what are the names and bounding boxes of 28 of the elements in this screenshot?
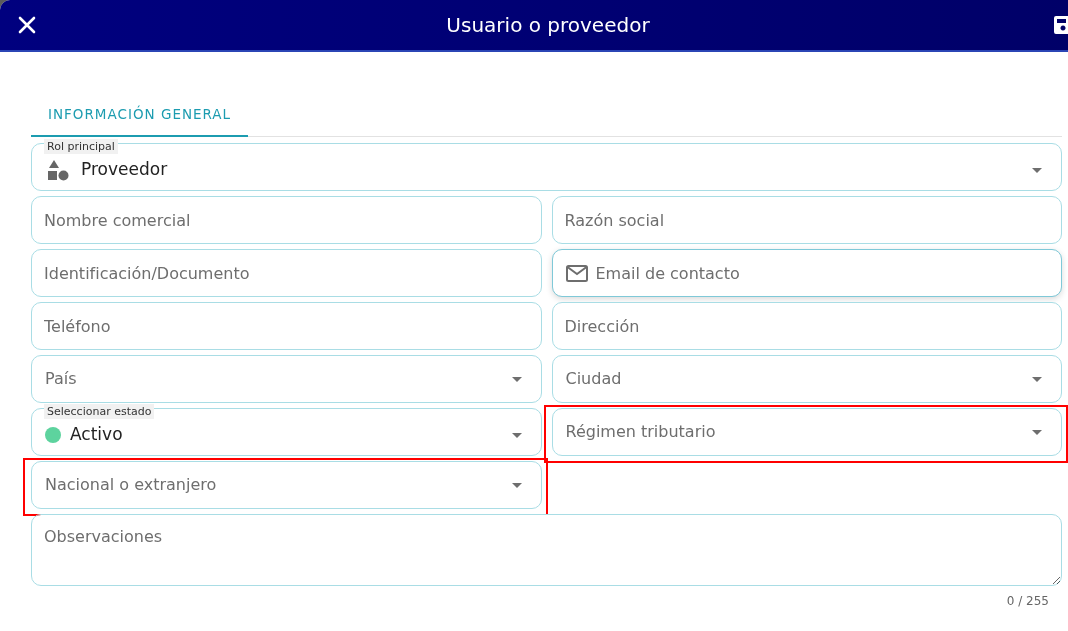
tab[interactable]: INFORMACIÓN GENERAL xyxy=(31,92,249,137)
shapes-icon xyxy=(48,159,69,181)
input-field[interactable]: Identificación/Documento xyxy=(31,249,542,297)
save-icon xyxy=(1054,16,1068,34)
dropdown-field[interactable]: País xyxy=(31,355,542,403)
close-icon xyxy=(18,16,36,34)
field-label: Seleccionar estado xyxy=(44,404,155,419)
save-button[interactable] xyxy=(1054,16,1068,34)
caret-icon xyxy=(511,432,522,438)
email-field[interactable]: Email de contacto xyxy=(551,249,1062,297)
input-field[interactable]: Nombre comercial xyxy=(31,196,542,244)
caret-icon xyxy=(511,482,522,488)
close-button[interactable] xyxy=(18,16,36,34)
caret-icon xyxy=(1032,429,1042,435)
input-field[interactable]: Razón social xyxy=(551,196,1062,244)
mail-icon xyxy=(565,265,588,282)
field-label: Rol principal xyxy=(44,139,118,154)
dropdown-field[interactable]: Régimen tributario xyxy=(551,408,1062,456)
input-field[interactable]: Dirección xyxy=(551,302,1062,350)
caret-icon xyxy=(1032,167,1042,173)
caret-icon xyxy=(1032,376,1042,382)
dialog-title: Usuario o proveedor xyxy=(445,12,651,39)
caret-icon xyxy=(511,376,522,382)
notes-field[interactable]: Observaciones xyxy=(31,514,1062,586)
dropdown-field[interactable]: Ciudad xyxy=(551,355,1062,403)
character-counter: 0 / 255 xyxy=(1006,593,1049,610)
input-field[interactable]: Teléfono xyxy=(31,302,542,350)
dropdown-field[interactable]: Nacional o extranjero xyxy=(31,461,542,509)
